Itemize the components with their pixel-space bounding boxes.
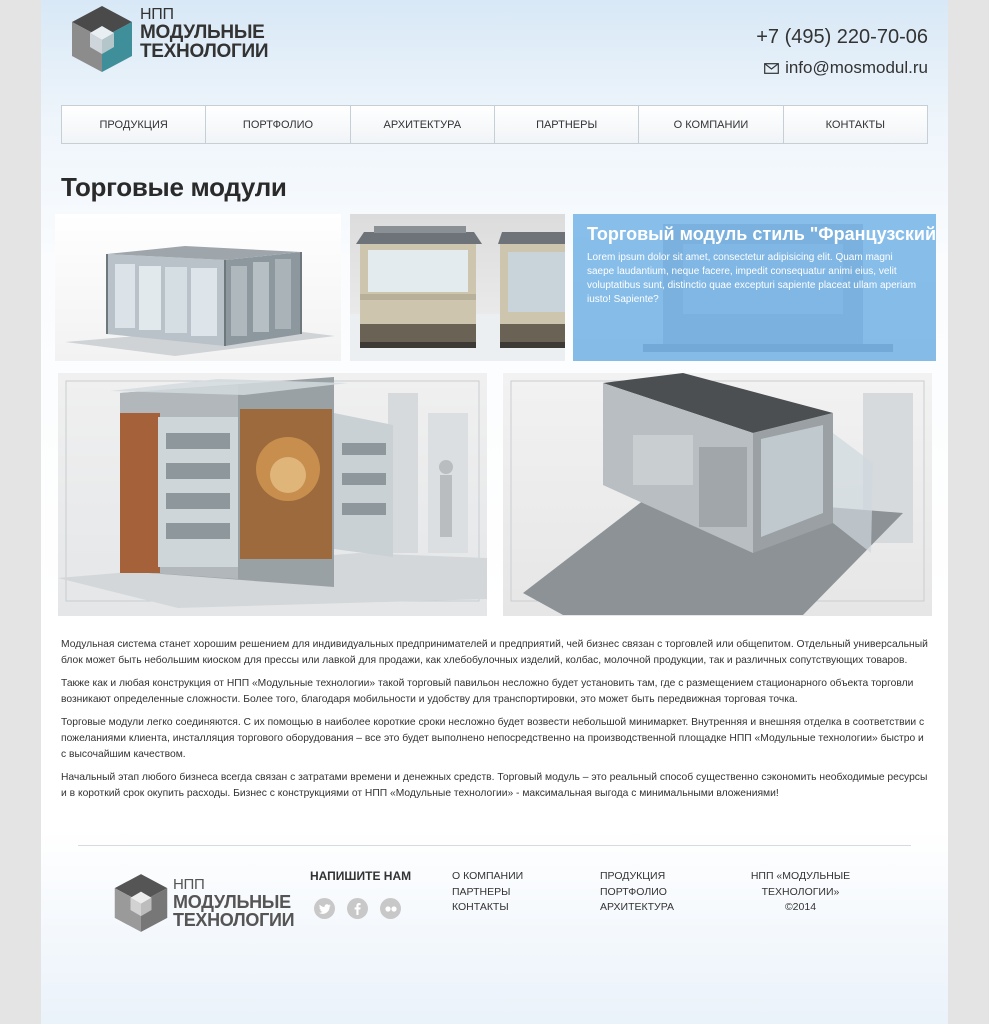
footer-company-name: НПП «МОДУЛЬНЫЕ ТЕХНОЛОГИИ» [750,870,851,898]
nav-item-portfolio[interactable]: ПОРТФОЛИО [206,106,351,143]
main-nav: ПРОДУКЦИЯ ПОРТФОЛИО АРХИТЕКТУРА ПАРТНЕРЫ… [61,105,928,144]
logo-line-2: МОДУЛЬНЫЕ [140,22,265,43]
page: НПП МОДУЛЬНЫЕ ТЕХНОЛОГИИ +7 (495) 220-70… [41,0,948,1024]
kiosk-illustration [350,226,565,361]
footer-link-products[interactable]: ПРОДУКЦИЯ [600,869,674,885]
nav-item-partners[interactable]: ПАРТНЕРЫ [495,106,640,143]
footer-logo-line-2: МОДУЛЬНЫЕ [173,892,291,912]
nav-item-contacts[interactable]: КОНТАКТЫ [784,106,927,143]
pavilion-illustration [65,246,335,356]
cube-logo-icon [114,874,168,932]
email-link[interactable]: info@mosmodul.ru [785,58,928,78]
page-title: Торговые модули [61,172,287,202]
twitter-icon[interactable] [314,898,335,919]
email-row[interactable]: info@mosmodul.ru [756,58,928,78]
article-paragraph-3: Торговые модули легко соединяются. С их … [61,717,925,760]
footer-logo[interactable]: НПП МОДУЛЬНЫЕ ТЕХНОЛОГИИ [113,872,295,934]
facebook-icon[interactable] [347,898,368,919]
footer-logo-text: НПП МОДУЛЬНЫЕ ТЕХНОЛОГИИ [173,876,295,930]
overlay-title: Торговый модуль стиль "Французский" [587,224,936,244]
cube-logo-icon [72,6,132,72]
metal-kiosk-illustration [510,373,925,615]
footer-link-portfolio[interactable]: ПОРТФОЛИО [600,885,674,901]
envelope-icon [764,62,779,74]
overlay-text: Lorem ipsum dolor sit amet, consectetur … [587,252,917,305]
footer-link-about[interactable]: О КОМПАНИИ [452,869,523,885]
footer-links-col-2: ПРОДУКЦИЯ ПОРТФОЛИО АРХИТЕКТУРА [600,869,674,916]
footer-link-contacts[interactable]: КОНТАКТЫ [452,900,523,916]
write-us-heading: НАПИШИТЕ НАМ [310,869,412,883]
gallery-image-kiosks[interactable] [350,214,565,361]
article-text: Модульная система станет хорошим решение… [61,637,928,809]
gallery-overlay: Торговый модуль стиль "Французский" Lore… [573,214,936,361]
gallery-image-glass-pavilion[interactable] [55,214,341,361]
footer-divider [78,845,911,846]
footer-logo-line-1: НПП [173,876,205,893]
logo-text: НПП МОДУЛЬНЫЕ ТЕХНОЛОГИИ [140,6,268,61]
gallery-image-metal-kiosk[interactable] [503,373,932,616]
gallery-image-press-kiosk[interactable] [58,373,487,616]
press-kiosk-illustration [58,377,487,608]
article-paragraph-1: Модульная система станет хорошим решение… [61,639,928,666]
footer-logo-line-3: ТЕХНОЛОГИИ [173,910,295,930]
footer-link-architecture[interactable]: АРХИТЕКТУРА [600,900,674,916]
footer-copyright: НПП «МОДУЛЬНЫЕ ТЕХНОЛОГИИ» ©2014 [713,869,888,916]
footer-year: ©2014 [784,901,817,913]
logo-line-3: ТЕХНОЛОГИИ [140,41,269,62]
article-paragraph-4: Начальный этап любого бизнеса всегда свя… [61,772,928,799]
article-paragraph-2: Также как и любая конструкция от НПП «Мо… [61,678,914,705]
logo-line-1: НПП [140,6,174,23]
phone-number[interactable]: +7 (495) 220-70-06 [756,24,928,50]
footer-links-col-1: О КОМПАНИИ ПАРТНЕРЫ КОНТАКТЫ [452,869,523,916]
flickr-icon[interactable] [380,898,401,919]
nav-item-products[interactable]: ПРОДУКЦИЯ [62,106,207,143]
nav-item-architecture[interactable]: АРХИТЕКТУРА [351,106,495,143]
nav-item-about[interactable]: О КОМПАНИИ [639,106,784,143]
social-links [314,898,413,919]
header-contacts: +7 (495) 220-70-06 info@mosmodul.ru [756,24,928,78]
gallery-image-french-style[interactable]: Торговый модуль стиль "Французский" Lore… [573,214,936,361]
header-logo[interactable]: НПП МОДУЛЬНЫЕ ТЕХНОЛОГИИ [70,4,268,74]
footer-link-partners[interactable]: ПАРТНЕРЫ [452,885,523,901]
